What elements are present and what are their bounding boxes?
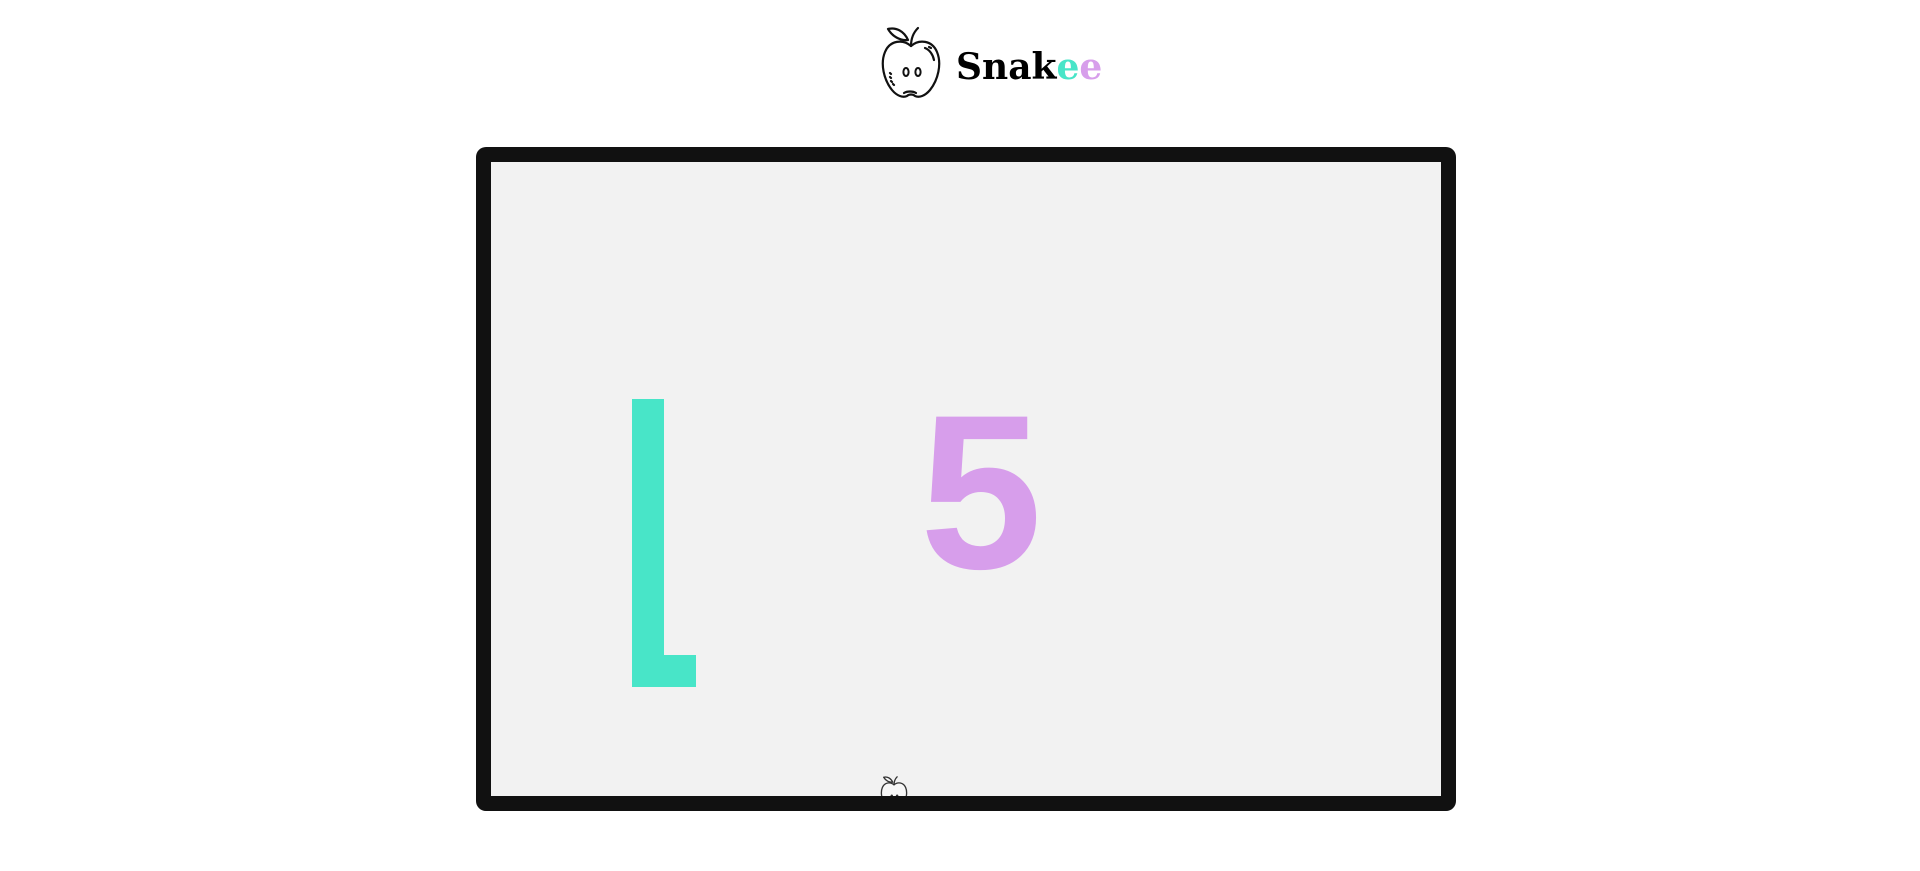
game-board[interactable]: 5 xyxy=(476,147,1456,811)
title-letter: k xyxy=(1031,46,1057,88)
snake-body-segment xyxy=(632,399,664,687)
apple-food-icon xyxy=(880,776,908,796)
apple-logo-icon xyxy=(881,26,941,98)
snake-tail-segment xyxy=(632,655,696,687)
title-letter: e xyxy=(1056,46,1080,88)
title-letter: S xyxy=(956,46,982,88)
header: Snakee xyxy=(878,24,1102,100)
app-title: Snakee xyxy=(956,49,1102,85)
title-letter: n xyxy=(982,46,1009,88)
title-letter: e xyxy=(1079,46,1103,88)
title-letter: a xyxy=(1008,46,1032,88)
score-display: 5 xyxy=(919,369,1043,615)
